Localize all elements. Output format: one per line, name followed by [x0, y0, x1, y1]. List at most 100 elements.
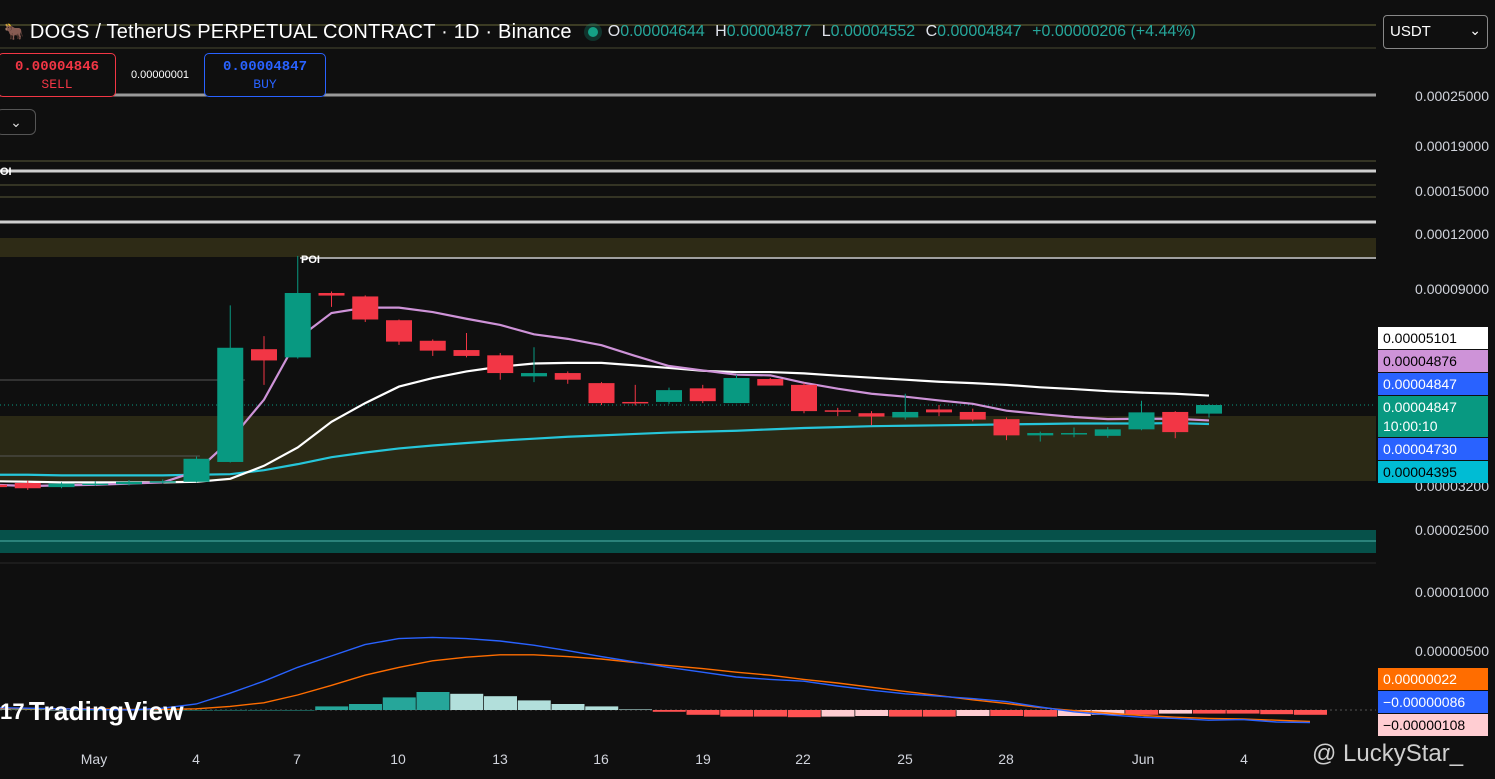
- macd-histogram-bar: [1226, 710, 1260, 714]
- candle-body: [453, 350, 480, 356]
- candle-body: [149, 481, 176, 483]
- currency-value: USDT: [1390, 23, 1431, 40]
- macd-histogram-bar: [180, 710, 214, 711]
- candle-body: [0, 484, 7, 488]
- time-axis-label: 22: [795, 751, 811, 767]
- symbol-title[interactable]: DOGS / TetherUS PERPETUAL CONTRACT · 1D …: [30, 21, 572, 44]
- bid-price-tag: 0.00004847: [1378, 373, 1488, 395]
- change-value: +0.00000206 (+4.44%): [1032, 23, 1196, 40]
- candle-body: [993, 419, 1020, 436]
- chevron-down-icon: ⌄: [10, 114, 22, 130]
- candle-body: [352, 296, 379, 320]
- candle-body: [1094, 429, 1121, 436]
- candle-body: [723, 378, 750, 404]
- close-label: C: [925, 23, 938, 40]
- poi-label-left: OI: [0, 166, 12, 178]
- time-axis-label: 25: [897, 751, 913, 767]
- supply-zone: [0, 238, 1376, 257]
- signal-tag: 0.00000022: [1378, 668, 1488, 690]
- tradingview-mark-icon: 17: [0, 698, 25, 724]
- macd-histogram-bar: [281, 710, 315, 711]
- macd-histogram-bar: [1024, 710, 1057, 717]
- time-axis-label: Jun: [1131, 751, 1155, 767]
- time-axis-label: 19: [695, 751, 711, 767]
- candle-body: [183, 458, 210, 482]
- symbol-header: 🐂 DOGS / TetherUS PERPETUAL CONTRACT · 1…: [0, 18, 1202, 46]
- candle-body: [116, 481, 142, 485]
- market-status-icon[interactable]: [587, 27, 598, 37]
- macd-axis-label: 0.00000500: [1415, 643, 1489, 659]
- candle-body: [1162, 411, 1189, 433]
- candle-body: [926, 409, 952, 413]
- macd-histogram-bar: [585, 706, 619, 710]
- candle-body: [1128, 412, 1155, 430]
- macd-histogram-bar: [1260, 710, 1294, 715]
- macd-histogram-bar: [990, 710, 1024, 716]
- buy-button[interactable]: 0.00004847 BUY: [204, 53, 326, 97]
- time-axis-label: 16: [593, 751, 609, 767]
- macd-histogram-bar: [1159, 710, 1192, 714]
- ema-long-price-tag: 0.00004395: [1378, 461, 1488, 483]
- candle-body: [419, 340, 446, 351]
- currency-select[interactable]: USDT ⌄: [1383, 15, 1488, 49]
- macd-tag: −0.00000086: [1378, 691, 1488, 713]
- buy-price: 0.00004847: [222, 59, 307, 75]
- histogram-tag: −0.00000108: [1378, 714, 1488, 736]
- macd-histogram-bar: [1192, 710, 1226, 714]
- ema-fast-price-tag: 0.00004876: [1378, 350, 1488, 372]
- time-axis-label: 7: [293, 751, 301, 767]
- price-axis-label: 0.00025000: [1415, 88, 1489, 104]
- ohlc-readout: O0.00004644 H0.00004877 L0.00004552 C0.0…: [608, 23, 1202, 41]
- time-axis-label: 28: [998, 751, 1014, 767]
- time-axis-label: 10: [390, 751, 406, 767]
- candle-body: [656, 390, 682, 402]
- candle-body: [48, 483, 75, 488]
- macd-histogram-bar: [214, 710, 247, 711]
- time-axis-label: 4: [1240, 751, 1248, 767]
- candle-body: [1061, 433, 1087, 435]
- macd-histogram-bar: [956, 710, 990, 716]
- candle-body: [386, 320, 412, 342]
- candle-body: [824, 410, 851, 412]
- macd-histogram-bar: [484, 696, 517, 710]
- macd-histogram-bar: [821, 710, 855, 717]
- low-value: 0.00004552: [830, 23, 916, 40]
- trade-panel: 0.00004846 SELL 0.00000001 0.00004847 BU…: [0, 53, 326, 97]
- macd-histogram-bar: [416, 692, 450, 710]
- candle-body: [858, 413, 885, 417]
- tradingview-logo[interactable]: 17 TradingView: [0, 696, 184, 727]
- macd-histogram-bar: [517, 700, 551, 710]
- bull-icon: 🐂: [4, 24, 24, 41]
- candle-body: [82, 483, 109, 486]
- candle-body: [14, 482, 41, 489]
- candle-body: [689, 388, 716, 402]
- macd-histogram-bar: [315, 706, 349, 710]
- candle-body: [284, 293, 311, 358]
- macd-histogram-bar: [754, 710, 787, 717]
- candle-body: [554, 373, 581, 380]
- macd-histogram-bar: [922, 710, 956, 717]
- macd-axis-label: 0.00001000: [1415, 584, 1489, 600]
- collapse-indicators-button[interactable]: ⌄: [0, 109, 36, 135]
- watermark: @ LuckyStar_: [1312, 740, 1464, 767]
- price-chart-canvas[interactable]: [0, 0, 1495, 779]
- macd-histogram-bar: [450, 693, 484, 710]
- low-label: L: [821, 23, 831, 40]
- open-label: O: [607, 23, 621, 40]
- brand-label: TradingView: [28, 696, 184, 726]
- chevron-down-icon: ⌄: [1469, 22, 1481, 38]
- price-axis-label: 0.00002500: [1415, 522, 1489, 538]
- candle-body: [251, 349, 277, 361]
- candle-body: [217, 347, 244, 462]
- macd-histogram-bar: [686, 710, 720, 715]
- time-axis-label: May: [80, 751, 108, 767]
- ema-slow-price-tag: 0.00005101: [1378, 327, 1488, 349]
- macd-histogram-bar: [551, 704, 585, 710]
- candle-body: [622, 401, 649, 404]
- high-label: H: [715, 23, 727, 40]
- candle-body: [588, 383, 615, 404]
- macd-histogram-bar: [720, 710, 754, 717]
- candle-body: [1027, 433, 1054, 436]
- sell-button[interactable]: 0.00004846 SELL: [0, 53, 116, 97]
- poi-label: POI: [301, 254, 320, 266]
